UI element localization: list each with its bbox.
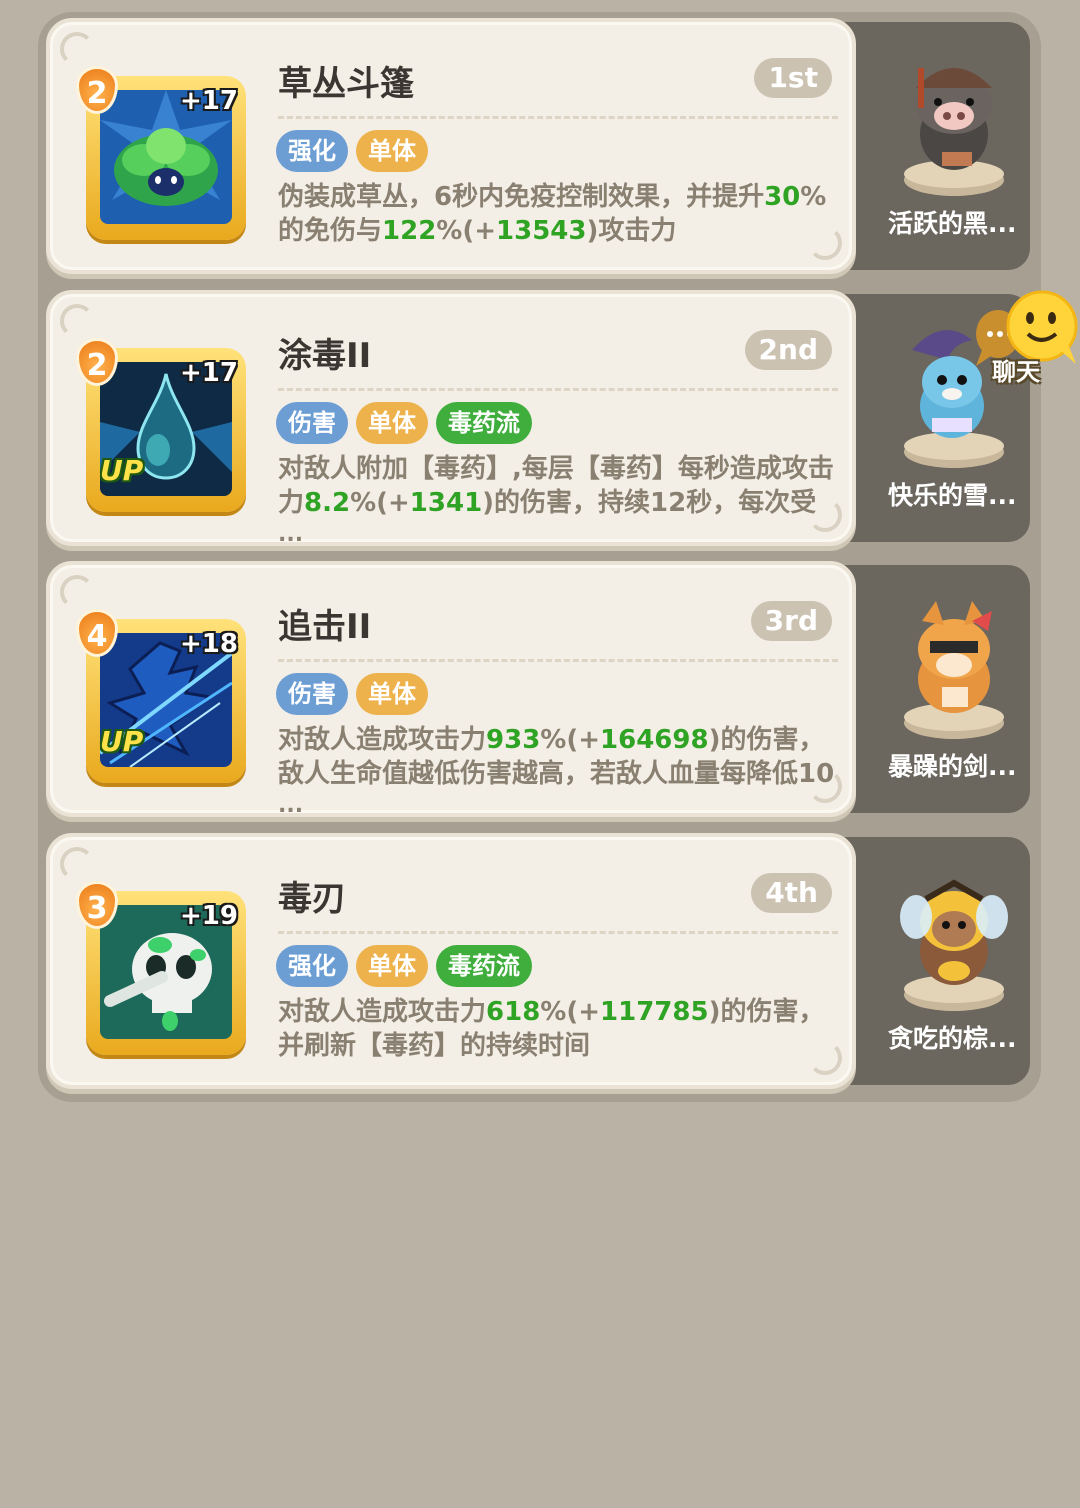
description-ellipsis: ...	[278, 522, 304, 547]
desc-value: 1341	[409, 488, 483, 518]
skill-plus-level: +18	[180, 629, 238, 659]
skill-row[interactable]: 3 +19 毒刃 4th 强化 单体 毒药流 对敌人造成攻击力618%(+11778…	[46, 833, 1030, 1089]
boar-hero-icon[interactable]	[892, 48, 1016, 198]
skill-name: 毒刃	[278, 879, 346, 919]
divider	[278, 931, 838, 934]
divider	[278, 116, 838, 119]
skill-tag: 单体	[356, 402, 428, 444]
skill-tag: 单体	[356, 673, 428, 715]
hero-name: 暴躁的剑...	[888, 752, 1017, 781]
skill-row[interactable]: 2 +17 UP 涂毒II 2nd 伤害 单体 毒药流 对敌人附加【毒药】,每层【毒…	[46, 290, 1030, 547]
desc-text: )的伤害，持续12秒，每次受	[482, 488, 817, 518]
desc-value: 117785	[600, 997, 709, 1027]
skill-card[interactable]: 3 +19 毒刃 4th 强化 单体 毒药流 对敌人造成攻击力618%(+11778…	[46, 833, 856, 1089]
skill-rank-badge: 2nd	[744, 330, 832, 370]
desc-text: )攻击力	[586, 216, 677, 246]
desc-value: 8.2	[304, 488, 351, 518]
desc-value: 30	[764, 182, 801, 212]
skill-tags: 伤害 单体 毒药流	[276, 402, 532, 444]
skill-up-mark: UP	[100, 725, 144, 758]
skill-tag: 伤害	[276, 673, 348, 715]
skill-rank-badge: 3rd	[750, 601, 832, 641]
divider	[278, 659, 838, 662]
hero-name: 快乐的雪...	[888, 481, 1017, 510]
skill-tag: 强化	[276, 945, 348, 987]
skill-description: 伪装成草丛，6秒内免疫控制效果，并提升30%的免伤与122%(+13543)攻击…	[278, 180, 838, 260]
skill-tag: 单体	[356, 945, 428, 987]
skill-tags: 强化 单体	[276, 130, 428, 172]
skill-tag: 强化	[276, 130, 348, 172]
skill-tag: 毒药流	[436, 945, 532, 987]
tiger-swordsman-hero-icon[interactable]	[892, 591, 1016, 741]
hero-name: 贪吃的棕...	[888, 1024, 1017, 1053]
skill-description: 对敌人造成攻击力618%(+117785)的伤害，并刷新【毒药】的持续时间	[278, 995, 838, 1075]
skill-row[interactable]: 2 +17 草丛斗篷 1st 强化 单体 伪装成草丛，6秒内免疫控制效果，并提升3…	[46, 18, 1030, 274]
chat-label: 聊天	[992, 358, 1040, 386]
skill-card[interactable]: 2 +17 草丛斗篷 1st 强化 单体 伪装成草丛，6秒内免疫控制效果，并提升3…	[46, 18, 856, 274]
hero-name: 活跃的黑...	[888, 209, 1017, 238]
skill-tag: 伤害	[276, 402, 348, 444]
desc-text: %(+	[436, 216, 497, 246]
skill-card[interactable]: 4 +18 UP 追击II 3rd 伤害 单体 对敌人造成攻击力933%(+164…	[46, 561, 856, 818]
skill-name: 草丛斗篷	[278, 64, 414, 104]
skill-tags: 伤害 单体	[276, 673, 428, 715]
skill-row[interactable]: 4 +18 UP 追击II 3rd 伤害 单体 对敌人造成攻击力933%(+164…	[46, 561, 1030, 818]
desc-text: %(+	[540, 725, 601, 755]
skill-tags: 强化 单体 毒药流	[276, 945, 532, 987]
desc-value: 164698	[600, 725, 709, 755]
skill-card[interactable]: 2 +17 UP 涂毒II 2nd 伤害 单体 毒药流 对敌人附加【毒药】,每层【毒…	[46, 290, 856, 547]
skill-plus-level: +17	[180, 358, 238, 388]
corner-ornament	[60, 304, 94, 338]
desc-value: 933	[486, 725, 541, 755]
desc-text: 对敌人造成攻击力	[278, 725, 487, 755]
divider	[278, 388, 838, 391]
skill-rank-badge: 1st	[754, 58, 832, 98]
skill-description: 对敌人造成攻击力933%(+164698)的伤害，敌人生命值越低伤害越高，若敌人…	[278, 723, 838, 803]
skill-up-mark: UP	[100, 454, 144, 487]
desc-text: %(+	[540, 997, 601, 1027]
corner-ornament	[60, 847, 94, 881]
desc-value: 122	[382, 216, 437, 246]
desc-text: 对敌人造成攻击力	[278, 997, 487, 1027]
desc-text: %(+	[350, 488, 410, 518]
skill-name: 涂毒II	[278, 336, 372, 376]
desc-text: 伪装成草丛，6秒内免疫控制效果，并提升	[278, 182, 765, 212]
desc-value: 13543	[496, 216, 587, 246]
desc-value: 618	[486, 997, 541, 1027]
skill-plus-level: +19	[180, 901, 238, 931]
skill-rank-badge: 4th	[751, 873, 832, 913]
skill-tag: 单体	[356, 130, 428, 172]
skill-name: 追击II	[278, 607, 372, 647]
chat-button[interactable]: 聊天	[972, 290, 1080, 390]
corner-ornament	[60, 32, 94, 66]
skill-tag: 毒药流	[436, 402, 532, 444]
skill-plus-level: +17	[180, 86, 238, 116]
description-ellipsis: ...	[278, 793, 304, 818]
corner-ornament	[60, 575, 94, 609]
skill-description: 对敌人附加【毒药】,每层【毒药】每秒造成攻击力8.2%(+1341)的伤害，持续…	[278, 452, 838, 532]
bee-bear-hero-icon[interactable]	[892, 863, 1016, 1013]
